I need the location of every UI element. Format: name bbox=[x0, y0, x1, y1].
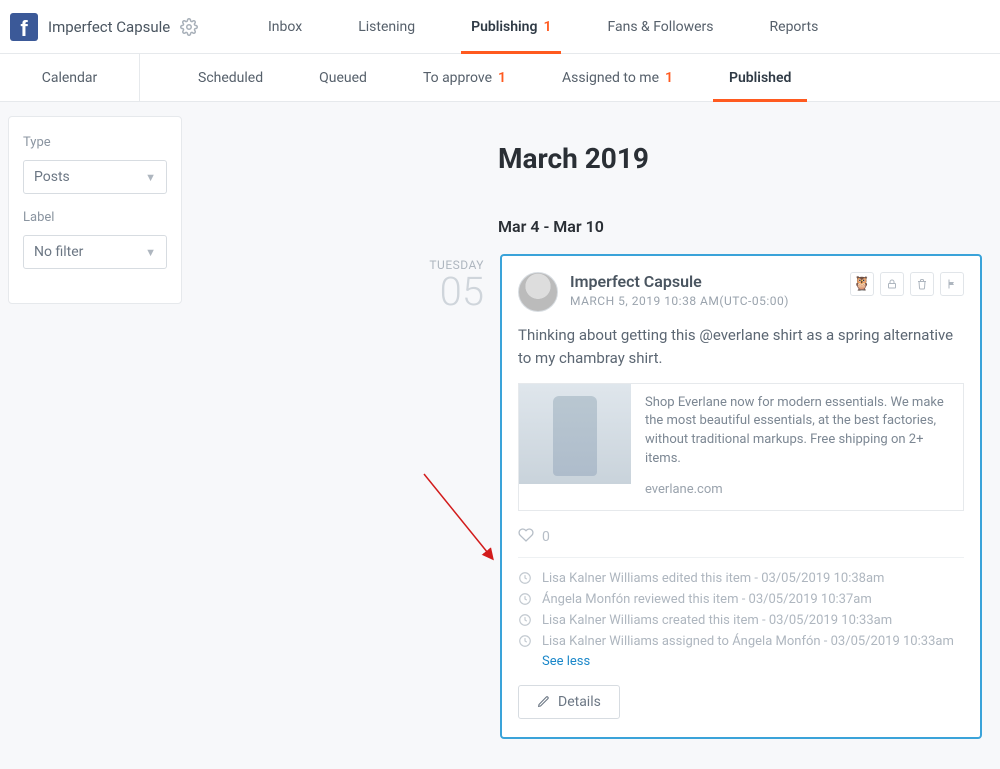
settings-gear-icon[interactable] bbox=[180, 18, 198, 36]
post-header-text: Imperfect Capsule MARCH 5, 2019 10:38 AM… bbox=[570, 272, 838, 308]
avatar bbox=[518, 272, 558, 312]
clock-icon bbox=[518, 571, 532, 585]
subtab-to-approve[interactable]: To approve 1 bbox=[395, 54, 534, 101]
clock-icon bbox=[518, 634, 532, 648]
tab-label: Inbox bbox=[268, 19, 302, 35]
subtab-badge: 1 bbox=[665, 70, 673, 86]
tab-inbox[interactable]: Inbox bbox=[240, 0, 330, 53]
tab-reports[interactable]: Reports bbox=[742, 0, 847, 53]
reactions-bar: 0 bbox=[518, 521, 964, 558]
tab-label: Fans & Followers bbox=[607, 19, 713, 35]
history-text: Lisa Kalner Williams edited this item - … bbox=[542, 571, 884, 586]
post-body: Thinking about getting this @everlane sh… bbox=[518, 324, 964, 371]
subtab-scheduled[interactable]: Scheduled bbox=[170, 54, 291, 101]
clock-icon bbox=[518, 592, 532, 606]
link-domain: everlane.com bbox=[645, 481, 949, 500]
flag-icon[interactable] bbox=[940, 272, 964, 296]
filter-card: Type Posts ▼ Label No filter ▼ bbox=[8, 116, 182, 304]
day-column: TUESDAY 05 bbox=[414, 254, 484, 312]
link-description: Shop Everlane now for modern essentials.… bbox=[645, 394, 949, 469]
post-header: Imperfect Capsule MARCH 5, 2019 10:38 AM… bbox=[518, 272, 964, 312]
tab-label: Reports bbox=[770, 19, 819, 35]
history-text: Lisa Kalner Williams created this item -… bbox=[542, 613, 892, 628]
subnav-calendar-label: Calendar bbox=[42, 70, 98, 86]
history-text: Ángela Monfón reviewed this item - 03/05… bbox=[542, 592, 872, 607]
subtab-badge: 1 bbox=[498, 70, 506, 86]
filter-type-label: Type bbox=[23, 135, 167, 150]
filter-label-label: Label bbox=[23, 210, 167, 225]
post-author: Imperfect Capsule bbox=[570, 272, 838, 291]
subtab-label: Assigned to me bbox=[562, 70, 659, 86]
topnav-tabs: Inbox Listening Publishing 1 Fans & Foll… bbox=[240, 0, 846, 53]
tab-fans-followers[interactable]: Fans & Followers bbox=[579, 0, 741, 53]
tab-listening[interactable]: Listening bbox=[330, 0, 443, 53]
day-number: 05 bbox=[414, 272, 484, 312]
filter-sidebar: Type Posts ▼ Label No filter ▼ bbox=[0, 102, 190, 769]
history-row: Ángela Monfón reviewed this item - 03/05… bbox=[518, 589, 964, 610]
tab-publishing[interactable]: Publishing 1 bbox=[443, 0, 579, 53]
post-card[interactable]: Imperfect Capsule MARCH 5, 2019 10:38 AM… bbox=[500, 254, 982, 739]
subnav-calendar[interactable]: Calendar bbox=[0, 54, 140, 101]
history-row: Lisa Kalner Williams created this item -… bbox=[518, 610, 964, 631]
details-label: Details bbox=[558, 694, 601, 710]
subnav-tabs: Scheduled Queued To approve 1 Assigned t… bbox=[140, 54, 819, 101]
tab-label: Publishing bbox=[471, 19, 537, 35]
app-badge-icon[interactable]: 🦉 bbox=[850, 272, 874, 296]
tab-label: Listening bbox=[358, 19, 415, 35]
account-block: f Imperfect Capsule bbox=[10, 13, 240, 41]
chevron-down-icon: ▼ bbox=[145, 246, 156, 259]
subtab-label: Queued bbox=[319, 70, 367, 86]
facebook-icon: f bbox=[10, 13, 38, 41]
subtab-label: To approve bbox=[423, 70, 492, 86]
account-name: Imperfect Capsule bbox=[48, 18, 170, 36]
link-thumbnail bbox=[519, 384, 631, 484]
filter-label-value: No filter bbox=[34, 244, 83, 260]
subtab-queued[interactable]: Queued bbox=[291, 54, 395, 101]
heart-icon[interactable] bbox=[518, 527, 534, 547]
history-row: Lisa Kalner Williams edited this item - … bbox=[518, 568, 964, 589]
clock-icon bbox=[518, 613, 532, 627]
lock-icon[interactable] bbox=[880, 272, 904, 296]
reactions-count: 0 bbox=[542, 529, 550, 545]
trash-icon[interactable] bbox=[910, 272, 934, 296]
history-text: Lisa Kalner Williams assigned to Ángela … bbox=[542, 634, 954, 649]
subtab-label: Published bbox=[729, 70, 791, 86]
sub-nav: Calendar Scheduled Queued To approve 1 A… bbox=[0, 54, 1000, 102]
month-title: March 2019 bbox=[498, 142, 982, 175]
post-timestamp: MARCH 5, 2019 10:38 AM(UTC-05:00) bbox=[570, 294, 838, 308]
tab-badge: 1 bbox=[543, 19, 551, 35]
chevron-down-icon: ▼ bbox=[145, 171, 156, 184]
link-preview[interactable]: Shop Everlane now for modern essentials.… bbox=[518, 383, 964, 511]
top-nav: f Imperfect Capsule Inbox Listening Publ… bbox=[0, 0, 1000, 54]
filter-type-value: Posts bbox=[34, 169, 70, 185]
week-range: Mar 4 - Mar 10 bbox=[498, 217, 982, 236]
filter-label-select[interactable]: No filter ▼ bbox=[23, 235, 167, 269]
pencil-icon bbox=[537, 695, 550, 708]
link-meta: Shop Everlane now for modern essentials.… bbox=[631, 384, 963, 510]
history-list: Lisa Kalner Williams edited this item - … bbox=[518, 558, 964, 681]
subtab-published[interactable]: Published bbox=[701, 54, 819, 101]
see-less-link[interactable]: See less bbox=[542, 654, 964, 669]
subtab-label: Scheduled bbox=[198, 70, 263, 86]
details-button[interactable]: Details bbox=[518, 685, 620, 719]
post-actions: 🦉 bbox=[850, 272, 964, 296]
filter-type-select[interactable]: Posts ▼ bbox=[23, 160, 167, 194]
main-content: March 2019 Mar 4 - Mar 10 TUESDAY 05 Imp… bbox=[190, 102, 1000, 769]
subtab-assigned-to-me[interactable]: Assigned to me 1 bbox=[534, 54, 701, 101]
day-row: TUESDAY 05 Imperfect Capsule MARCH 5, 20… bbox=[208, 254, 982, 739]
content-body: Type Posts ▼ Label No filter ▼ March 201… bbox=[0, 102, 1000, 769]
history-row: Lisa Kalner Williams assigned to Ángela … bbox=[518, 631, 964, 652]
